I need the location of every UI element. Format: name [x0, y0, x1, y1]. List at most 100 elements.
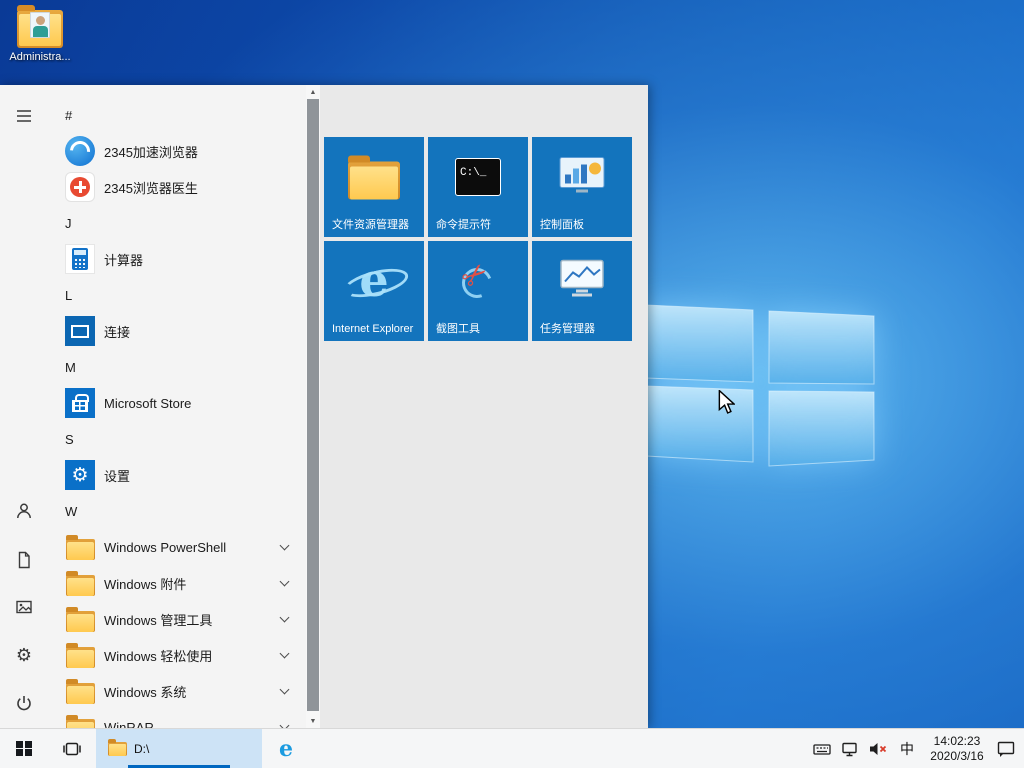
calculator-icon [64, 243, 96, 275]
folder-item-windows-ease-of-access[interactable]: Windows 轻松使用 [48, 637, 304, 673]
app-label: Windows 管理工具 [104, 612, 213, 628]
app-item-calculator[interactable]: 计算器 [48, 241, 304, 277]
cmd-window-shape: C:\_ [455, 158, 501, 196]
task-manager-icon [559, 259, 605, 304]
section-header-hash[interactable]: # [48, 97, 300, 133]
touch-keyboard-tray-icon[interactable] [810, 729, 834, 768]
network-tray-icon[interactable] [838, 729, 862, 768]
clock-date: 2020/3/16 [930, 748, 984, 763]
cmd-icon: C:\_ [455, 158, 501, 196]
action-center-button[interactable] [994, 729, 1018, 768]
clock-time: 14:02:23 [933, 733, 981, 748]
taskbar-explorer-button[interactable]: D:\ [96, 729, 262, 768]
chevron-down-icon[interactable] [279, 684, 290, 695]
section-header-s[interactable]: S [48, 421, 300, 457]
windows-flag-icon [16, 740, 32, 757]
app-label: Windows 轻松使用 [104, 648, 213, 664]
gear-icon: ⚙ [71, 464, 89, 486]
folder-item-windows-accessories[interactable]: Windows 附件 [48, 565, 304, 601]
task-view-icon [63, 742, 81, 755]
chevron-down-icon[interactable] [279, 612, 290, 623]
folder-shape [348, 155, 400, 200]
tile-control-panel[interactable]: 控制面板 [532, 137, 632, 237]
chevron-down-icon[interactable] [279, 540, 290, 551]
app-label: 连接 [104, 324, 131, 340]
volume-muted-tray-icon[interactable] [866, 729, 890, 768]
network-icon [842, 742, 857, 756]
screen: Administra... ⚙ # 2345加速浏览器 2345浏览器医生 J … [0, 0, 1024, 768]
folder-shape [65, 679, 95, 704]
taskbar-ie-button[interactable]: e [262, 729, 310, 768]
section-header-j[interactable]: J [48, 205, 300, 241]
app-item-2345-browser[interactable]: 2345加速浏览器 [48, 133, 304, 169]
pictures-button[interactable] [0, 583, 48, 631]
snipping-tool-icon: ✂ [455, 255, 500, 303]
app-label: 2345浏览器医生 [104, 180, 198, 196]
documents-button[interactable] [0, 536, 48, 584]
app-label: Microsoft Store [104, 395, 192, 411]
folder-shape [65, 643, 95, 668]
folder-shape [65, 607, 95, 632]
folder-item-windows-admin-tools[interactable]: Windows 管理工具 [48, 601, 304, 637]
chevron-down-icon[interactable] [279, 648, 290, 659]
section-header-l[interactable]: L [48, 277, 300, 313]
calculator-shape [65, 244, 95, 274]
ime-indicator[interactable]: 中 [894, 739, 920, 759]
ie-icon: e [346, 255, 402, 307]
browser-circle-shape [65, 136, 95, 166]
app-item-settings[interactable]: ⚙ 设置 [48, 457, 304, 493]
section-header-w[interactable]: W [48, 493, 300, 529]
expand-menu-button[interactable] [0, 92, 48, 140]
user-avatar [30, 12, 50, 38]
task-manager-shape [560, 259, 604, 297]
folder-item-windows-system[interactable]: Windows 系统 [48, 673, 304, 709]
taskbar-clock[interactable]: 14:02:23 2020/3/16 [924, 734, 990, 764]
tile-internet-explorer[interactable]: e Internet Explorer [324, 241, 424, 341]
app-list: # 2345加速浏览器 2345浏览器医生 J 计算器 L 连接 M Micro… [48, 85, 306, 728]
app-item-microsoft-store[interactable]: Microsoft Store [48, 385, 304, 421]
scroll-down-arrow-icon[interactable]: ▼ [306, 714, 320, 728]
section-letter: # [65, 107, 73, 123]
start-button[interactable] [0, 729, 48, 768]
volume-muted-icon [870, 742, 887, 755]
folder-item-winrar[interactable]: WinRAR [48, 709, 304, 728]
folder-icon [64, 603, 96, 635]
folder-item-windows-powershell[interactable]: Windows PowerShell [48, 529, 304, 565]
tile-snipping-tool[interactable]: ✂ 截图工具 [428, 241, 528, 341]
section-letter: S [65, 431, 74, 447]
desktop-icon-administrator[interactable]: Administra... [6, 5, 74, 63]
power-button[interactable] [0, 679, 48, 727]
start-menu: ⚙ # 2345加速浏览器 2345浏览器医生 J 计算器 L 连接 M Mic… [0, 85, 648, 728]
doctor-cross-shape [65, 172, 95, 202]
settings-button[interactable]: ⚙ [0, 631, 48, 679]
user-icon [17, 503, 31, 519]
windows-logo [645, 304, 875, 467]
app-list-scrollbar[interactable]: ▲ ▼ [306, 85, 320, 728]
scrollbar-thumb[interactable] [307, 99, 319, 711]
folder-shape [65, 571, 95, 596]
file-explorer-icon [348, 155, 400, 200]
task-view-button[interactable] [48, 729, 96, 768]
tile-command-prompt[interactable]: C:\_ 命令提示符 [428, 137, 528, 237]
settings-icon: ⚙ [64, 459, 96, 491]
tile-label: Internet Explorer [332, 323, 414, 335]
tile-task-manager[interactable]: 任务管理器 [532, 241, 632, 341]
tile-label: 截图工具 [436, 323, 480, 335]
user-account-button[interactable] [0, 487, 48, 535]
tile-file-explorer[interactable]: 文件资源管理器 [324, 137, 424, 237]
app-item-connect[interactable]: 连接 [48, 313, 304, 349]
tile-label: 命令提示符 [436, 219, 491, 231]
app-item-2345-doctor[interactable]: 2345浏览器医生 [48, 169, 304, 205]
desktop-icon-label: Administra... [9, 51, 71, 63]
chevron-down-icon[interactable] [279, 576, 290, 587]
scroll-up-arrow-icon[interactable]: ▲ [306, 85, 320, 99]
app-label: 计算器 [104, 252, 144, 268]
section-header-m[interactable]: M [48, 349, 300, 385]
chevron-down-icon[interactable] [279, 720, 290, 728]
control-panel-icon [559, 157, 605, 198]
cmd-prompt-glyph: C:\_ [460, 167, 487, 179]
flag-pane [24, 749, 32, 757]
folder-icon [64, 639, 96, 671]
user-folder-icon [17, 5, 63, 48]
2345-doctor-icon [64, 171, 96, 203]
